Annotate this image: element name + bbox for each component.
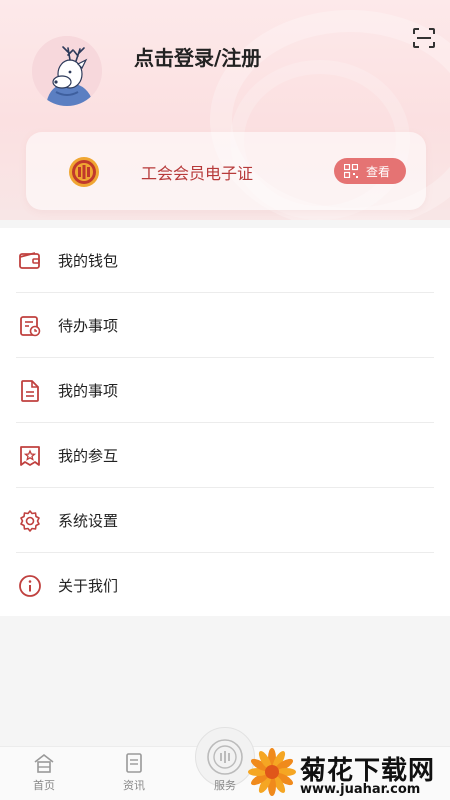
news-icon <box>126 753 142 773</box>
watermark-url: www.juahar.com <box>300 782 421 797</box>
deer-avatar-icon <box>32 36 102 106</box>
star-ticket-icon <box>20 445 40 466</box>
member-card-title: 工会会员电子证 <box>141 164 254 183</box>
wallet-icon <box>19 251 40 269</box>
profile-header: 点击登录/注册 工会会员电子证 查看 <box>0 0 450 220</box>
view-card-label: 查看 <box>366 164 391 179</box>
nav-service-label: 服务 <box>214 779 236 792</box>
scan-icon[interactable] <box>413 28 435 48</box>
nav-news[interactable]: 资讯 <box>104 753 164 793</box>
info-icon <box>19 574 41 597</box>
menu-item-settings[interactable]: 系统设置 <box>0 488 450 553</box>
menu-list: 我的钱包 待办事项 我的事项 我的参互 系统设置 关于我们 <box>0 228 450 616</box>
qr-code-icon <box>344 164 358 178</box>
home-icon <box>34 753 54 773</box>
menu-item-my-matters[interactable]: 我的事项 <box>0 358 450 423</box>
nav-news-label: 资讯 <box>123 779 145 792</box>
gear-icon <box>20 509 40 532</box>
menu-item-todo[interactable]: 待办事项 <box>0 293 450 358</box>
nav-home-label: 首页 <box>33 779 55 792</box>
menu-item-label: 我的事项 <box>58 382 119 400</box>
nav-home[interactable]: 首页 <box>14 753 74 793</box>
avatar[interactable] <box>32 36 102 106</box>
menu-item-label: 我的参互 <box>58 447 119 465</box>
menu-item-wallet[interactable]: 我的钱包 <box>0 228 450 293</box>
site-watermark: 菊花下载网 www.juahar.com <box>244 748 450 800</box>
document-icon <box>21 379 39 402</box>
menu-item-label: 系统设置 <box>58 512 119 530</box>
view-card-button[interactable]: 查看 <box>334 158 406 184</box>
menu-item-about[interactable]: 关于我们 <box>0 553 450 618</box>
menu-item-label: 关于我们 <box>58 577 119 595</box>
menu-item-label: 我的钱包 <box>58 252 119 270</box>
union-badge-icon <box>68 156 100 188</box>
flower-logo-icon <box>248 748 296 796</box>
menu-item-interaction[interactable]: 我的参互 <box>0 423 450 488</box>
todo-icon <box>20 315 41 336</box>
login-register-link[interactable]: 点击登录/注册 <box>134 42 261 71</box>
service-icon <box>207 739 243 775</box>
menu-item-label: 待办事项 <box>58 317 119 335</box>
member-card[interactable]: 工会会员电子证 查看 <box>26 132 426 210</box>
